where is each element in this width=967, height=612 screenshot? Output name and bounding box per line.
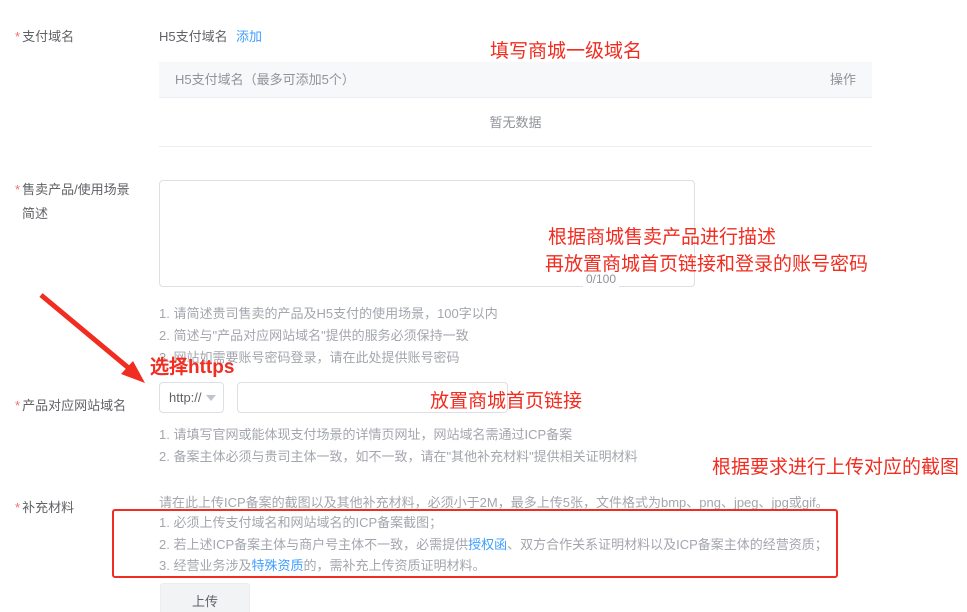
- annotation-arrow: [33, 288, 158, 392]
- table-header-action: 操作: [830, 62, 856, 97]
- h5-payment-settings-form: *支付域名 H5支付域名 添加 填写商城一级域名 H5支付域名（最多可添加5个）…: [0, 0, 967, 612]
- chevron-down-icon: [206, 395, 216, 401]
- required-asterisk: *: [15, 29, 20, 44]
- upload-button[interactable]: 上传: [160, 583, 250, 612]
- supplementary-requirements: 1. 必须上传支付域名和网站域名的ICP备案截图； 2. 若上述ICP备案主体与…: [159, 512, 828, 577]
- annotation-place-homepage-link: 放置商城首页链接: [430, 390, 582, 414]
- table-header-row: H5支付域名（最多可添加5个） 操作: [159, 62, 872, 98]
- supplementary-label: *补充材料: [15, 497, 74, 519]
- h5-domain-subtitle: H5支付域名: [159, 26, 228, 48]
- product-desc-label: *售卖产品/使用场景 简述: [15, 179, 145, 227]
- special-qualification-link[interactable]: 特殊资质: [251, 558, 303, 573]
- website-domain-hints: 1. 请填写官网或能体现支付场景的详情页网址，网站域名需通过ICP备案 2. 备…: [159, 424, 638, 468]
- annotation-describe-products: 根据商城售卖产品进行描述: [548, 226, 776, 250]
- requirement-line: 1. 必须上传支付域名和网站域名的ICP备案截图；: [159, 512, 828, 534]
- table-empty-state: 暂无数据: [159, 98, 872, 147]
- protocol-select[interactable]: http://: [159, 382, 224, 413]
- required-asterisk: *: [15, 182, 20, 197]
- annotation-upload-screenshots: 根据要求进行上传对应的截图: [712, 456, 959, 480]
- protocol-selected-value: http://: [169, 390, 202, 405]
- payment-domain-label: *支付域名: [15, 26, 74, 48]
- annotation-fill-first-level-domain: 填写商城一级域名: [490, 40, 642, 64]
- website-domain-label: *产品对应网站域名: [15, 395, 126, 417]
- hint-line: 2. 备案主体必须与贵司主体一致，如不一致，请在"其他补充材料"提供相关证明材料: [159, 446, 638, 468]
- required-asterisk: *: [15, 398, 20, 413]
- h5-domain-table: H5支付域名（最多可添加5个） 操作 暂无数据: [159, 62, 872, 147]
- authorization-letter-link[interactable]: 授权函: [468, 537, 507, 552]
- add-domain-link[interactable]: 添加: [236, 26, 262, 48]
- requirement-line: 2. 若上述ICP备案主体与商户号主体不一致，必需提供授权函、双方合作关系证明材…: [159, 534, 828, 556]
- annotation-place-link-account: 再放置商城首页链接和登录的账号密码: [545, 253, 868, 277]
- hint-line: 2. 简述与"产品对应网站域名"提供的服务必须保持一致: [159, 325, 498, 347]
- annotation-choose-https: 选择https: [150, 356, 234, 380]
- required-asterisk: *: [15, 500, 20, 515]
- hint-line: 1. 请简述贵司售卖的产品及H5支付的使用场景，100字以内: [159, 303, 498, 325]
- hint-line: 1. 请填写官网或能体现支付场景的详情页网址，网站域名需通过ICP备案: [159, 424, 638, 446]
- table-header-domain: H5支付域名（最多可添加5个）: [175, 62, 355, 97]
- requirement-line: 3. 经营业务涉及特殊资质的，需补充上传资质证明材料。: [159, 555, 828, 577]
